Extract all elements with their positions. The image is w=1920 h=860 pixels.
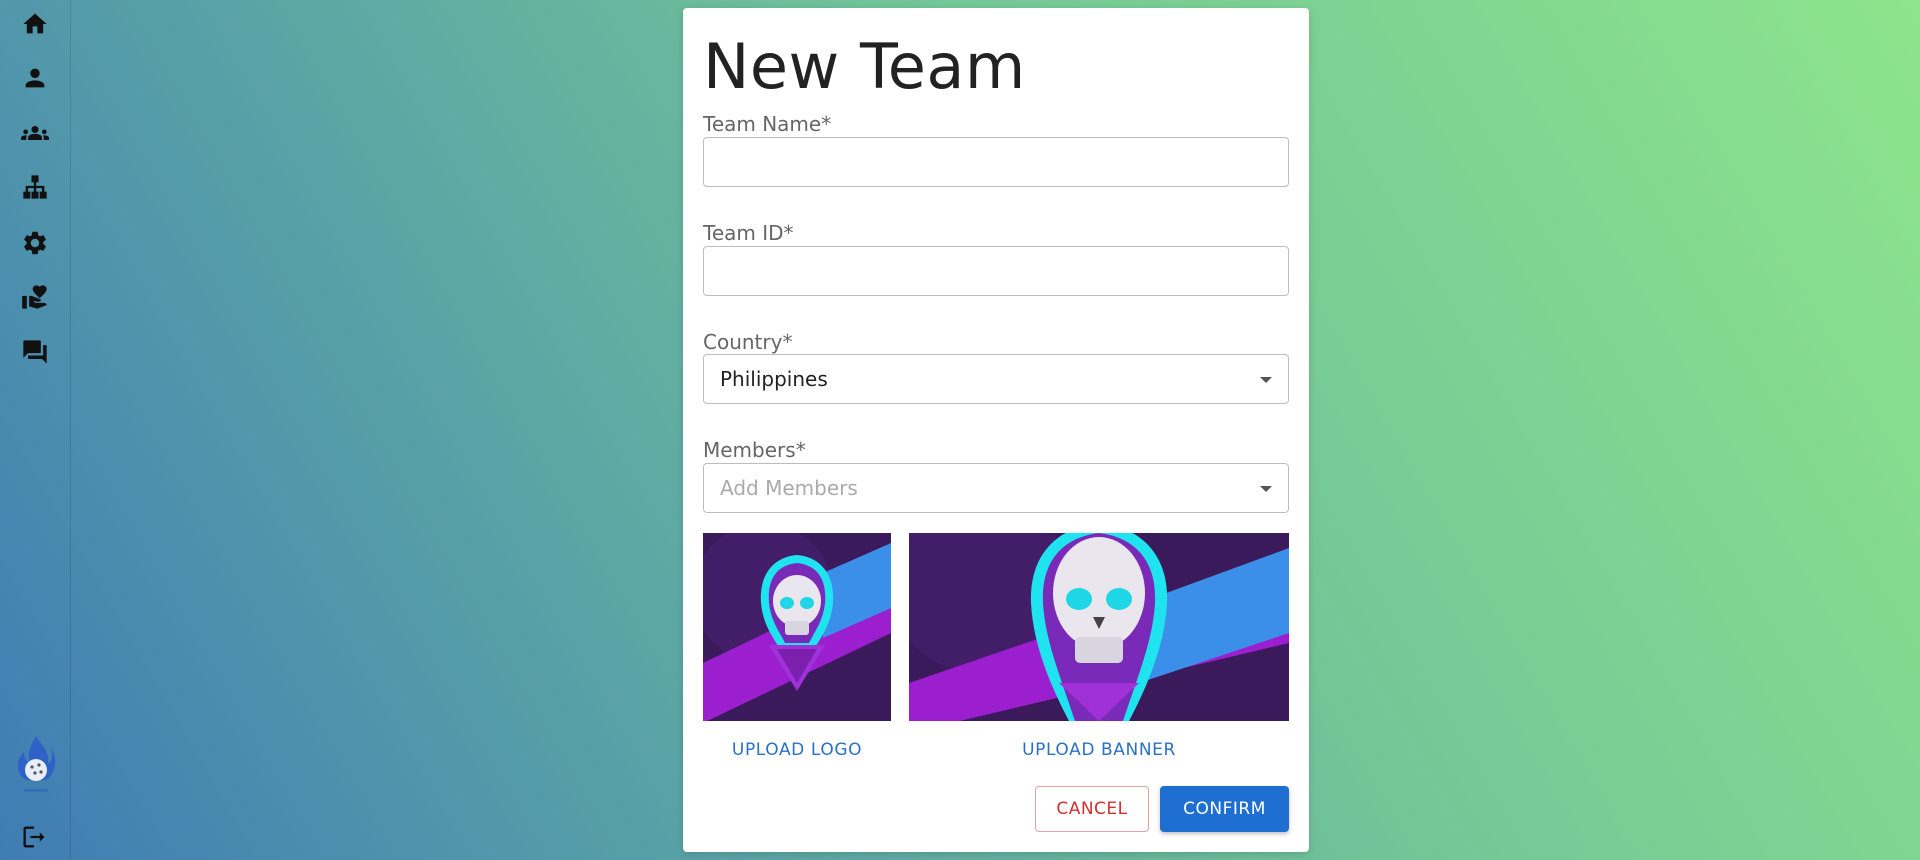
dialog-title: New Team [703,30,1026,103]
hierarchy-icon[interactable] [20,172,50,202]
members-label: Members* [703,438,806,462]
country-select[interactable]: Philippines [703,354,1289,404]
logout-icon[interactable] [20,823,50,853]
members-placeholder: Add Members [720,476,858,500]
members-select[interactable]: Add Members [703,463,1289,513]
team-logo-image [703,533,891,721]
team-id-label: Team ID* [703,221,794,245]
team-banner-image [909,533,1289,721]
sidebar [0,0,71,860]
upload-logo-link[interactable]: UPLOAD LOGO [703,740,891,760]
forum-icon[interactable] [20,337,50,367]
chevron-down-icon [1260,377,1272,383]
team-name-input[interactable] [703,137,1289,187]
cancel-button[interactable]: CANCEL [1035,786,1149,832]
groups-icon[interactable] [20,118,50,148]
new-team-dialog: New Team Team Name* Team ID* Country* Ph… [683,8,1309,852]
country-value: Philippines [720,367,828,391]
person-icon[interactable] [20,63,50,93]
upload-banner-link[interactable]: UPLOAD BANNER [909,740,1289,760]
chevron-down-icon [1260,486,1272,492]
home-icon[interactable] [20,9,50,39]
team-id-input[interactable] [703,246,1289,296]
country-label: Country* [703,330,793,354]
brand-logo [16,734,56,796]
gear-icon[interactable] [20,228,50,258]
confirm-button[interactable]: CONFIRM [1160,786,1289,832]
team-name-label: Team Name* [703,112,832,136]
volunteer-heart-icon[interactable] [20,282,50,312]
